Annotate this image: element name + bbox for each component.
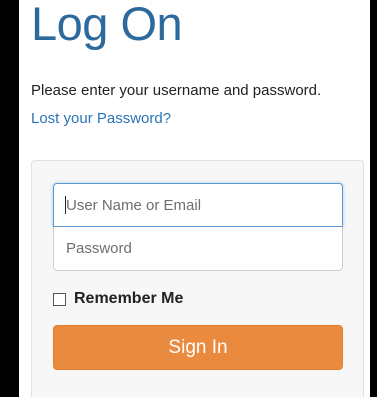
instructions-text: Please enter your username and password. xyxy=(31,82,322,99)
login-panel: Remember Me Sign In xyxy=(31,160,364,397)
page-title: Log On xyxy=(31,0,183,50)
login-page: Log On Please enter your username and pa… xyxy=(19,0,370,397)
remember-me-label[interactable]: Remember Me xyxy=(74,290,183,308)
username-input[interactable] xyxy=(53,183,343,227)
password-input[interactable] xyxy=(53,227,343,271)
text-caret xyxy=(65,196,66,214)
remember-me-row[interactable]: Remember Me xyxy=(53,289,183,309)
lost-password-link[interactable]: Lost your Password? xyxy=(31,110,171,128)
remember-me-checkbox[interactable] xyxy=(53,292,66,306)
sign-in-button[interactable]: Sign In xyxy=(53,325,343,370)
